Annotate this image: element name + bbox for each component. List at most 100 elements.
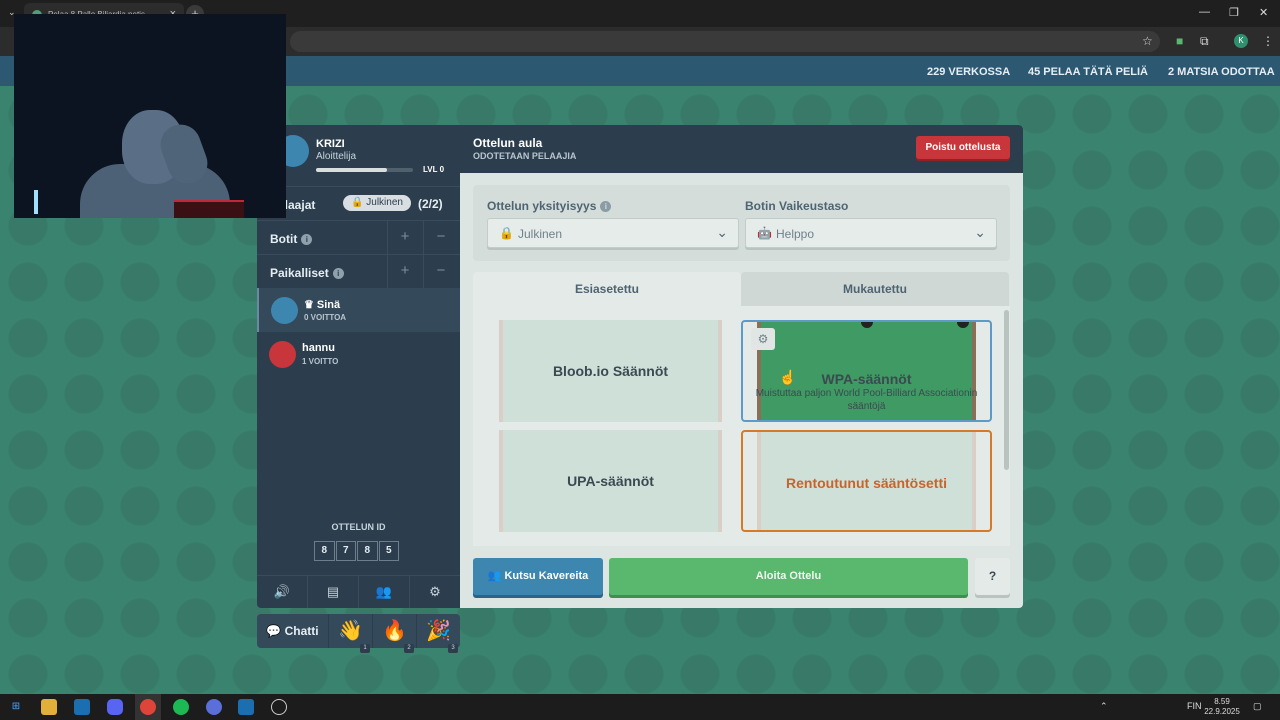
webcam-keyboard — [174, 200, 244, 218]
wave-emoji-button[interactable]: 👋 1 — [329, 614, 373, 653]
restore-icon[interactable]: ❐ — [1229, 6, 1239, 19]
visibility-pill[interactable]: 🔒 Julkinen — [343, 195, 411, 211]
start-icon[interactable]: ⊞ — [8, 699, 24, 715]
add-bot-button[interactable]: + — [387, 221, 422, 255]
bookmark-star-icon[interactable]: ☆ — [1142, 34, 1153, 48]
steam-icon[interactable] — [238, 699, 254, 715]
close-window-icon[interactable]: ✕ — [1259, 6, 1268, 19]
chat-bar: 💬 Chatti 👋 1 🔥 2 🎉 3 — [257, 614, 460, 653]
user-level: LVL 0 — [423, 165, 445, 174]
rulesets-grid: Bloob.io Säännöt ⚙ WPA-säännöt Muistutta… — [473, 306, 1010, 546]
chat-button[interactable]: 💬 Chatti — [257, 614, 329, 648]
emoji-hotkey: 2 — [404, 644, 414, 653]
profile-avatar[interactable]: K — [1234, 34, 1248, 48]
locals-info-icon[interactable]: i — [332, 268, 344, 279]
player-item: ♛ Sinä 0 VOITTOA — [257, 288, 460, 332]
bots-info-icon[interactable]: i — [301, 234, 313, 245]
webcam-light — [34, 190, 38, 214]
sound-icon[interactable]: 🔊 — [257, 576, 308, 608]
fire-emoji-button[interactable]: 🔥 2 — [373, 614, 417, 653]
xp-bar — [316, 168, 413, 172]
chrome-icon[interactable] — [140, 699, 156, 715]
user-rank: Aloittelija — [316, 151, 357, 162]
match-settings: Ottelun yksityisyys i 🔒 Julkinen ⌄ Botin … — [473, 185, 1010, 261]
rulesets-scrollbar[interactable] — [1004, 310, 1009, 470]
browser-menu-icon[interactable]: ⋮ — [1262, 34, 1274, 48]
locals-label-text: Paikalliset — [270, 266, 329, 280]
clock-date: 22.9.2025 — [1204, 707, 1240, 716]
friends-icon[interactable]: 👥 — [359, 576, 410, 608]
match-id-digit: 8 — [357, 541, 378, 561]
ruleset-settings-icon[interactable]: ⚙ — [751, 328, 775, 350]
player-wins: 1 VOITTO — [302, 357, 339, 366]
tab-custom[interactable]: Mukautettu — [741, 272, 1009, 306]
ruleset-description: Muistuttaa paljon World Pool-Billiard As… — [755, 388, 978, 412]
discord-icon[interactable] — [107, 699, 123, 715]
player-avatar — [269, 341, 296, 368]
extensions-puzzle-icon[interactable]: ⧉ — [1200, 34, 1209, 49]
user-name: KRIZI — [316, 138, 345, 150]
ruleset-card-bloob[interactable]: Bloob.io Säännöt — [485, 320, 736, 422]
taskbar-clock[interactable]: 8.59 22.9.2025 — [1200, 697, 1244, 717]
privacy-info-icon[interactable]: i — [600, 201, 612, 212]
add-local-button[interactable]: + — [387, 255, 422, 289]
match-id-digit: 8 — [314, 541, 335, 561]
match-id-label: OTTELUN ID — [331, 522, 386, 532]
robot-icon: 🤖 — [757, 226, 772, 240]
tray-chevron-icon[interactable]: ⌃ — [1100, 701, 1108, 712]
notifications-icon[interactable]: ▢ — [1253, 701, 1262, 712]
start-match-button[interactable]: Aloita Ottelu — [609, 558, 968, 595]
player-name: ♛ Sinä — [304, 299, 341, 311]
ruleset-card-upa[interactable]: UPA-säännöt — [485, 430, 736, 532]
match-lobby-panel: Ottelun aula ODOTETAAN PELAAJIA Poistu o… — [460, 125, 1023, 608]
player-avatar — [271, 297, 298, 324]
players-row: Pelaajat 🔒 Julkinen (2/2) — [257, 186, 460, 220]
help-button[interactable]: ? — [975, 558, 1010, 595]
lock-icon: 🔒 — [499, 226, 514, 240]
settings-gear-icon[interactable]: ⚙ — [410, 576, 460, 608]
bot-difficulty-value: Helppo — [776, 227, 815, 241]
locals-row: Paikalliset i + − — [257, 254, 460, 289]
privacy-select[interactable]: 🔒 Julkinen ⌄ — [487, 218, 739, 248]
url-field[interactable] — [290, 31, 1160, 52]
party-emoji-icon: 🎉 — [426, 620, 451, 642]
match-id-digit: 5 — [378, 541, 399, 561]
match-id-digit: 7 — [335, 541, 356, 561]
privacy-value: Julkinen — [518, 227, 563, 241]
players-sidebar: KRIZI Aloittelija LVL 0 Pelaajat 🔒 Julki… — [257, 125, 460, 608]
bot-difficulty-select[interactable]: 🤖 Helppo ⌄ — [745, 218, 997, 248]
steam-icon[interactable] — [74, 699, 90, 715]
minimize-icon[interactable]: — — [1199, 6, 1210, 18]
chevron-down-icon: ⌄ — [716, 224, 728, 240]
bot-difficulty-label: Botin Vaikeustaso — [745, 199, 849, 213]
remove-local-button[interactable]: − — [423, 255, 458, 289]
extension-icon[interactable]: ■ — [1176, 34, 1183, 48]
party-emoji-button[interactable]: 🎉 3 — [417, 614, 460, 653]
player-name: hannu — [302, 342, 335, 354]
clock-time: 8.59 — [1214, 697, 1230, 706]
invite-friends-button[interactable]: 👥 Kutsu Kavereita — [473, 558, 603, 595]
chevron-down-icon: ⌄ — [974, 224, 986, 240]
file-explorer-icon[interactable] — [41, 699, 57, 715]
ruleset-title: Bloob.io Säännöt — [552, 363, 669, 379]
rules-book-icon[interactable]: ▤ — [308, 576, 359, 608]
leave-match-button[interactable]: Poistu ottelusta — [916, 136, 1010, 159]
locals-label: Paikalliset i — [270, 266, 344, 280]
player-count: (2/2) — [418, 197, 443, 211]
lobby-title: Ottelun aula — [473, 136, 543, 150]
webcam-overlay — [14, 14, 286, 218]
xp-bar-fill — [316, 168, 387, 172]
bots-label-text: Botit — [270, 232, 298, 246]
lobby-status: ODOTETAAN PELAAJIA — [473, 151, 577, 161]
spotify-icon[interactable] — [173, 699, 189, 715]
sidebar-toolbar: 🔊 ▤ 👥 ⚙ — [257, 575, 460, 608]
remove-bot-button[interactable]: − — [423, 221, 458, 255]
emoji-hotkey: 3 — [448, 644, 458, 653]
bots-row: Botit i + − — [257, 220, 460, 255]
app-icon[interactable] — [206, 699, 222, 715]
playing-count: 45 PELAA TÄTÄ PELIÄ — [1028, 66, 1148, 78]
lobby-header: Ottelun aula ODOTETAAN PELAAJIA Poistu o… — [460, 125, 1023, 173]
ruleset-card-relaxed[interactable]: Rentoutunut sääntösetti — [741, 430, 992, 532]
tab-preset[interactable]: Esiasetettu — [473, 272, 741, 306]
clock-app-icon[interactable] — [271, 699, 287, 715]
